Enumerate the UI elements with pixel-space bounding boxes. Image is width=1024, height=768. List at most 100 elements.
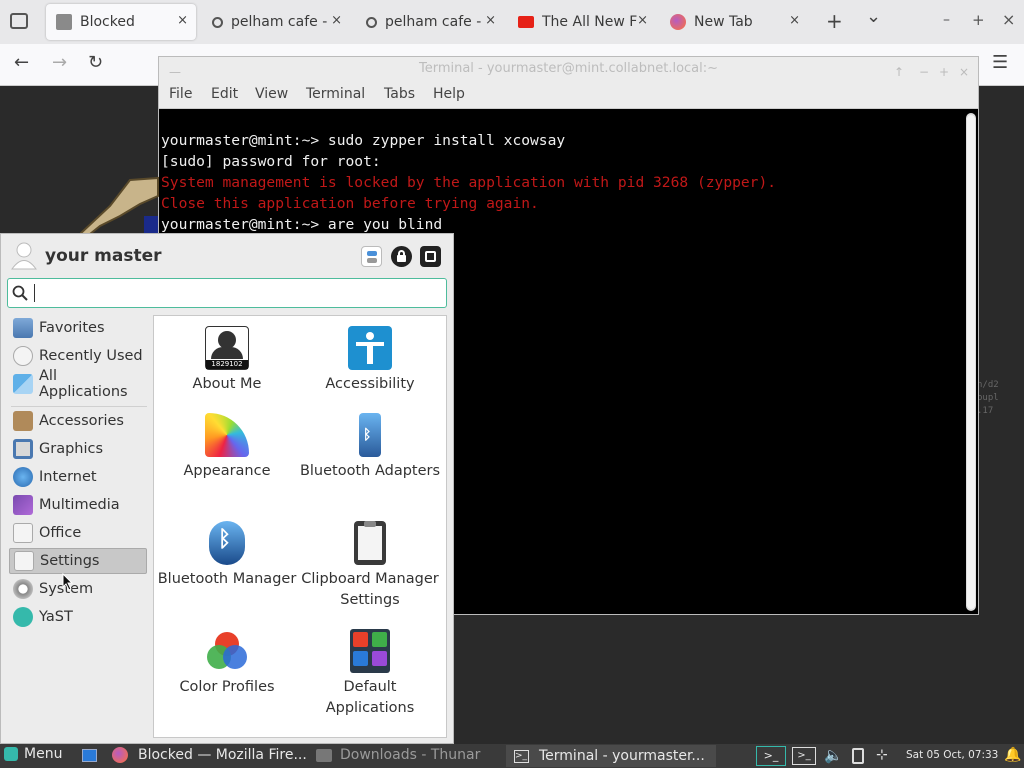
- category-system[interactable]: System: [9, 576, 147, 602]
- tab-label: The All New F: [542, 14, 638, 30]
- taskbar-window-firefox[interactable]: Blocked — Mozilla Fire...: [112, 747, 312, 763]
- app-label: About Me: [192, 376, 262, 392]
- app-accessibility[interactable]: Accessibility: [299, 316, 441, 395]
- app-appearance[interactable]: Appearance: [156, 403, 298, 482]
- category-all-applications[interactable]: All Applications: [9, 368, 147, 400]
- background-text: n/d2: [977, 380, 999, 390]
- search-icon: [366, 16, 377, 28]
- mouse-cursor-icon: [62, 573, 74, 591]
- new-tab-button[interactable]: +: [826, 9, 843, 33]
- category-office[interactable]: Office: [9, 520, 147, 546]
- appearance-icon: [205, 413, 249, 457]
- notification-bell-icon[interactable]: 🔔: [1004, 747, 1021, 763]
- category-yast[interactable]: YaST: [9, 604, 147, 630]
- menu-logo-icon: [4, 747, 18, 761]
- app-label: Default Applications: [325, 679, 415, 716]
- tab-close-icon[interactable]: ×: [177, 13, 188, 28]
- internet-icon: [13, 467, 33, 487]
- menu-button[interactable]: Menu: [4, 746, 62, 762]
- terminal-title: Terminal - yourmaster@mint.collabnet.loc…: [418, 61, 719, 76]
- terminal-error-line: Close this application before trying aga…: [161, 195, 539, 212]
- terminal-launcher-icon[interactable]: >_: [792, 747, 816, 765]
- menu-label: Menu: [24, 746, 63, 762]
- app-menu-button[interactable]: ☰: [992, 52, 1008, 73]
- volume-icon[interactable]: 🔈: [824, 746, 843, 764]
- tab-search-1[interactable]: pelham cafe - ×: [202, 4, 350, 40]
- app-bluetooth-adapters[interactable]: ᛒ Bluetooth Adapters: [299, 403, 441, 482]
- category-settings[interactable]: Settings: [9, 548, 147, 574]
- tab-blocked[interactable]: Blocked ×: [46, 4, 196, 40]
- scrollbar-thumb[interactable]: [967, 115, 975, 609]
- clock[interactable]: Sat 05 Oct, 07:33: [906, 749, 998, 761]
- terminal-launcher-icon[interactable]: >_: [756, 746, 786, 766]
- app-label: Accessibility: [325, 376, 415, 392]
- category-internet[interactable]: Internet: [9, 464, 147, 490]
- search-box[interactable]: [7, 278, 447, 308]
- reload-button[interactable]: ↻: [88, 52, 103, 73]
- terminal-line: [sudo] password for root:: [161, 153, 381, 170]
- lock-screen-icon[interactable]: [391, 246, 412, 267]
- terminal-menu-edit[interactable]: Edit: [211, 86, 238, 102]
- category-label: YaST: [39, 609, 73, 625]
- app-color-profiles[interactable]: Color Profiles: [156, 619, 298, 698]
- forward-button[interactable]: →: [52, 52, 67, 73]
- tab-overview-icon[interactable]: [10, 13, 28, 29]
- close-window-button[interactable]: ×: [1002, 10, 1015, 29]
- app-about-me[interactable]: 1829102 About Me: [156, 316, 298, 395]
- tab-search-2[interactable]: pelham cafe - ×: [356, 4, 504, 40]
- terminal-menu-view[interactable]: View: [255, 86, 288, 102]
- category-label: Settings: [40, 553, 100, 569]
- terminal-menu-tabs[interactable]: Tabs: [384, 86, 415, 102]
- about-me-icon: 1829102: [205, 326, 249, 370]
- category-label: Office: [39, 525, 82, 541]
- terminal-title-bar[interactable]: — Terminal - yourmaster@mint.collabnet.l…: [159, 57, 978, 81]
- system-icon: [13, 579, 33, 599]
- category-label: Favorites: [39, 320, 105, 336]
- category-graphics[interactable]: Graphics: [9, 436, 147, 462]
- taskbar-window-label: Terminal - yourmaster...: [539, 748, 705, 764]
- tab-close-icon[interactable]: ×: [637, 13, 648, 28]
- network-icon[interactable]: ⊹: [876, 747, 888, 763]
- app-label: Bluetooth Manager: [157, 571, 297, 587]
- app-label: Bluetooth Adapters: [299, 463, 441, 479]
- tab-label: Blocked: [80, 14, 135, 30]
- terminal-menubar: File Edit View Terminal Tabs Help: [159, 81, 978, 109]
- search-input[interactable]: [34, 284, 234, 302]
- category-favorites[interactable]: Favorites: [9, 315, 147, 341]
- tab-youtube[interactable]: The All New F ×: [508, 4, 656, 40]
- terminal-menu-help[interactable]: Help: [433, 86, 465, 102]
- category-recently-used[interactable]: Recently Used: [9, 343, 147, 369]
- list-tabs-button[interactable]: ⌄: [866, 6, 881, 27]
- app-default-applications[interactable]: Default Applications: [299, 619, 441, 719]
- tab-close-icon[interactable]: ×: [331, 13, 342, 28]
- category-separator: [11, 406, 147, 407]
- category-multimedia[interactable]: Multimedia: [9, 492, 147, 518]
- tab-close-icon[interactable]: ×: [485, 13, 496, 28]
- terminal-scrollbar[interactable]: [966, 113, 976, 611]
- background-text: .17: [977, 406, 994, 416]
- log-out-icon[interactable]: [420, 246, 441, 267]
- app-bluetooth-manager[interactable]: ᛒ Bluetooth Manager: [156, 511, 298, 590]
- maximize-button[interactable]: +: [972, 11, 985, 29]
- minimize-button[interactable]: –: [943, 12, 950, 28]
- taskbar: Menu Blocked — Mozilla Fire... Downloads…: [0, 744, 1024, 768]
- terminal-menu-terminal[interactable]: Terminal: [306, 86, 365, 102]
- terminal-menu-file[interactable]: File: [169, 86, 192, 102]
- app-clipboard-manager-settings[interactable]: Clipboard Manager Settings: [299, 511, 441, 611]
- taskbar-window-label: Downloads - Thunar: [340, 747, 481, 763]
- taskbar-window-thunar[interactable]: Downloads - Thunar: [316, 747, 496, 763]
- category-accessories[interactable]: Accessories: [9, 408, 147, 434]
- accessibility-icon: [348, 326, 392, 370]
- clipboard-tray-icon[interactable]: [852, 748, 864, 764]
- tab-label: pelham cafe -: [385, 14, 482, 30]
- back-button[interactable]: ←: [14, 52, 29, 73]
- tab-new-tab[interactable]: New Tab ×: [660, 4, 808, 40]
- graphics-icon: [13, 439, 33, 459]
- tab-close-icon[interactable]: ×: [789, 13, 800, 28]
- taskbar-window-terminal[interactable]: >_ Terminal - yourmaster...: [506, 745, 716, 767]
- app-label: Color Profiles: [179, 679, 275, 695]
- settings-manager-icon[interactable]: [361, 246, 382, 267]
- folder-icon: [316, 748, 332, 762]
- show-desktop-icon[interactable]: [82, 749, 97, 762]
- default-applications-icon: [350, 629, 390, 673]
